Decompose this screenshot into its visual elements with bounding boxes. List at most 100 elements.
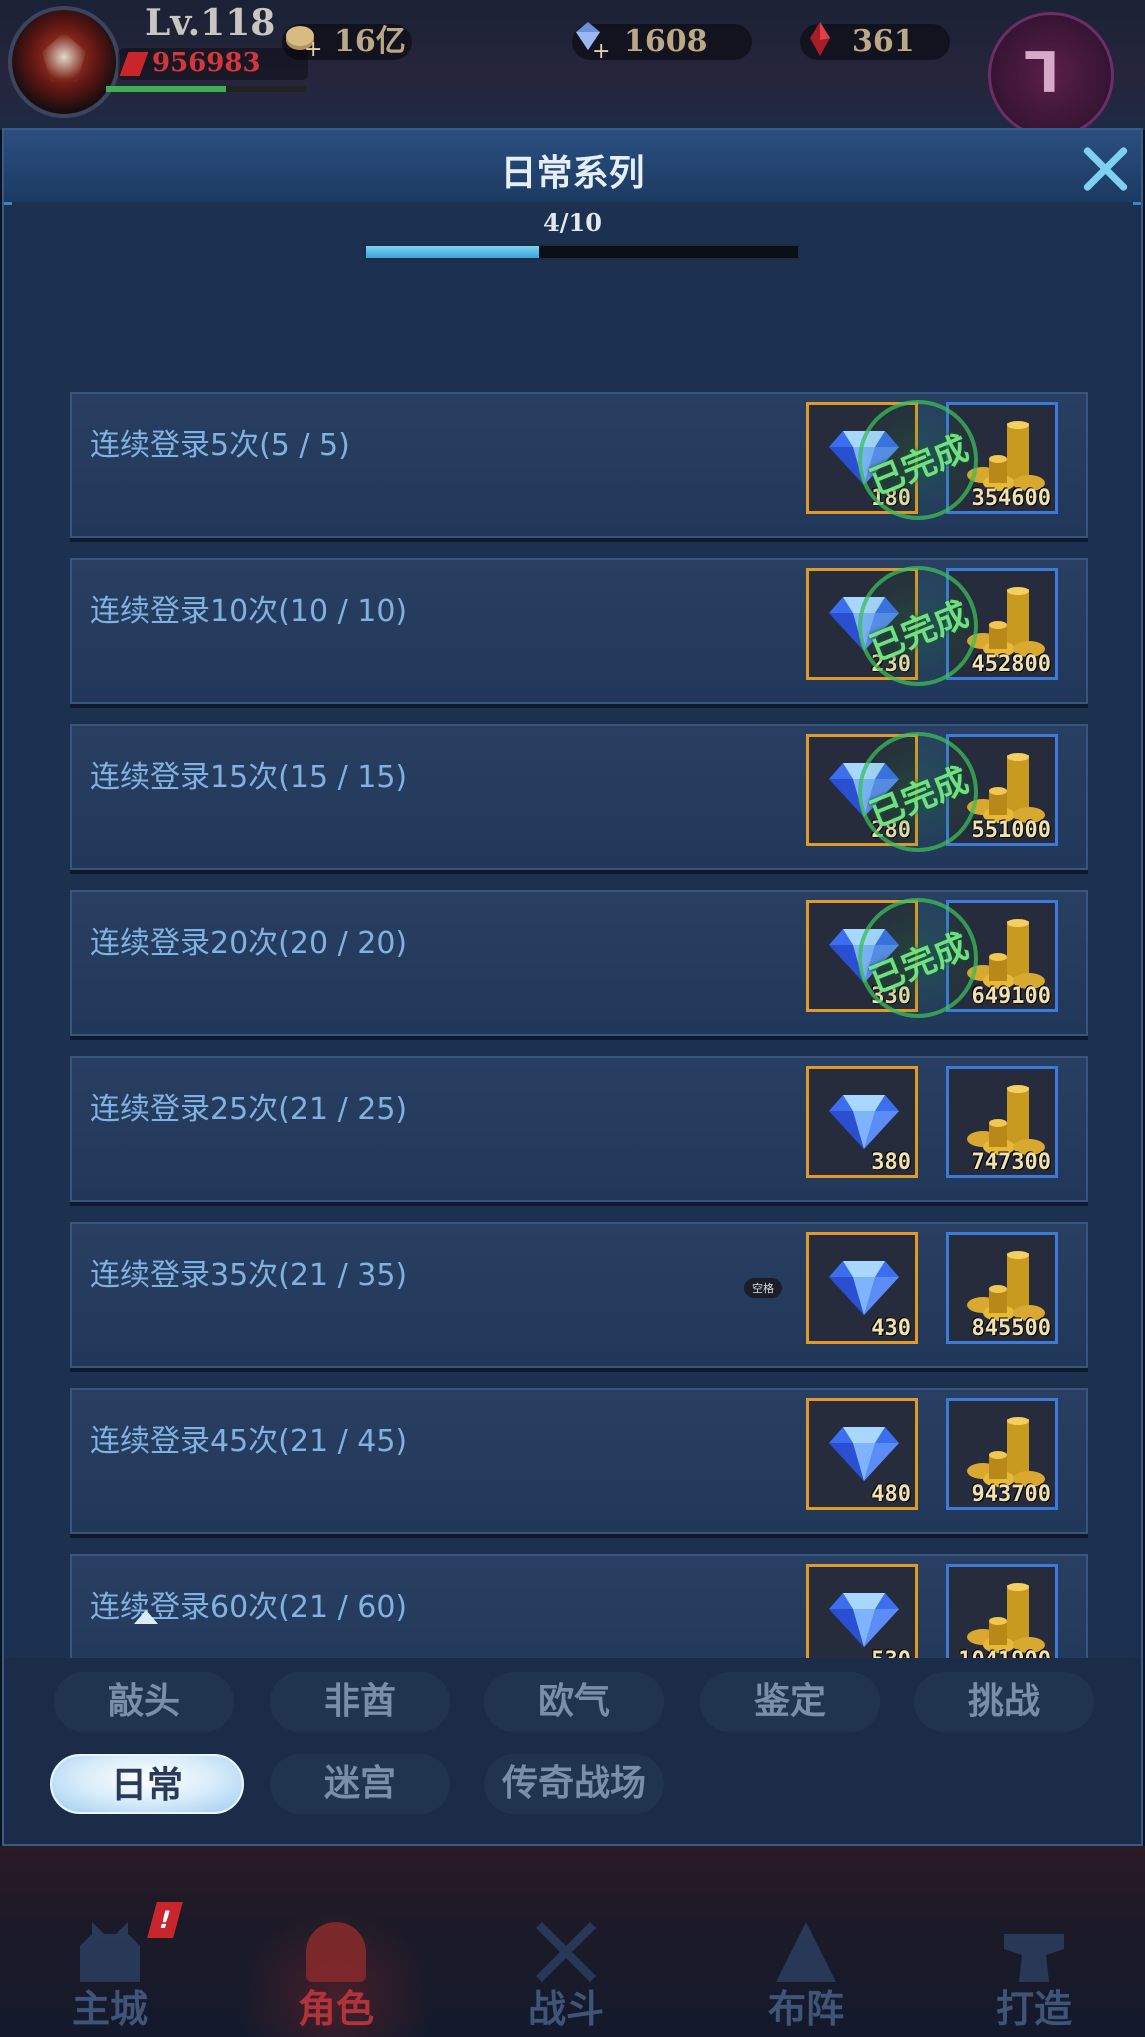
nav-label: 角色 bbox=[297, 1986, 374, 2031]
nav-main-city[interactable]: 主城 bbox=[10, 1908, 210, 2037]
player-avatar[interactable] bbox=[8, 6, 120, 118]
gold-reward-amount: 1041900 bbox=[958, 1648, 1051, 1658]
tab-legend-battlefield[interactable]: 传奇战场 bbox=[484, 1754, 664, 1814]
progress-text: 4/10 bbox=[543, 208, 602, 237]
experience-bar-fill bbox=[106, 86, 226, 92]
crossed-swords-icon bbox=[536, 1922, 596, 1982]
gem-reward[interactable]: 430 bbox=[806, 1232, 918, 1344]
gold-coins-icon bbox=[967, 1251, 1045, 1321]
nav-formation[interactable]: 布阵 bbox=[706, 1908, 906, 2037]
completed-stamp-text: 已完成 bbox=[864, 428, 975, 504]
tab-feiqiu[interactable]: 非酋 bbox=[270, 1672, 450, 1732]
gold-amount: 16亿 bbox=[334, 24, 406, 59]
gem-reward-amount: 380 bbox=[871, 1150, 911, 1175]
anvil-icon bbox=[1004, 1934, 1064, 1982]
category-tabs: 敲头 非酋 欧气 鉴定 挑战 日常 迷宫 传奇战场 bbox=[4, 1658, 1141, 1844]
gold-coin-plus-icon: + bbox=[286, 26, 322, 60]
top-status-bar: Lv.118 956983 + 16亿 + 1608 361 ⅂ bbox=[0, 0, 1145, 138]
gold-reward-amount: 452800 bbox=[971, 652, 1051, 677]
task-label: 连续登录15次(15 / 15) bbox=[90, 760, 408, 795]
task-list-area[interactable]: 连续登录5次(5 / 5)180354600已完成连续登录10次(10 / 10… bbox=[12, 202, 1133, 1658]
gem-reward[interactable]: 480 bbox=[806, 1398, 918, 1510]
player-level: Lv.118 bbox=[145, 2, 276, 44]
tab-migong[interactable]: 迷宫 bbox=[270, 1754, 450, 1814]
ruby-resource[interactable]: 361 bbox=[800, 22, 950, 60]
active-tab-caret bbox=[134, 1610, 158, 1624]
gold-resource[interactable]: + 16亿 bbox=[282, 24, 412, 60]
tab-qiaotou[interactable]: 敲头 bbox=[54, 1672, 234, 1732]
helmet-icon bbox=[306, 1922, 366, 1982]
task-label: 连续登录20次(20 / 20) bbox=[90, 926, 408, 961]
gold-reward[interactable]: 747300 bbox=[946, 1066, 1058, 1178]
castle-icon bbox=[80, 1922, 140, 1982]
nav-label: 战斗 bbox=[527, 1986, 604, 2031]
task-row[interactable]: 连续登录25次(21 / 25) 380 747300 bbox=[70, 1056, 1088, 1202]
svg-text:+: + bbox=[592, 39, 610, 60]
combat-power: 956983 bbox=[118, 48, 308, 80]
dialog-header: 日常系列 bbox=[4, 130, 1141, 205]
tab-richang[interactable]: 日常 bbox=[50, 1754, 244, 1814]
svg-text:+: + bbox=[304, 37, 322, 60]
diamond-plus-icon: + bbox=[576, 22, 610, 60]
red-crystal-icon bbox=[810, 22, 830, 56]
daily-series-dialog: 日常系列 连续登录5次(5 / 5)180354600已完成连续登录10次(10… bbox=[2, 128, 1143, 1846]
nav-label: 打造 bbox=[995, 1986, 1072, 2031]
ruby-amount: 361 bbox=[852, 24, 915, 59]
task-row[interactable]: 连续登录35次(21 / 35) 430 845500 bbox=[70, 1222, 1088, 1368]
task-row[interactable]: 连续登录5次(5 / 5)180354600已完成 bbox=[70, 392, 1088, 538]
task-row[interactable]: 连续登录20次(20 / 20)330649100已完成 bbox=[70, 890, 1088, 1036]
gold-reward-amount: 747300 bbox=[971, 1150, 1051, 1175]
formation-icon bbox=[776, 1922, 836, 1982]
completed-stamp-text: 已完成 bbox=[864, 594, 975, 670]
gold-reward-amount: 845500 bbox=[971, 1316, 1051, 1341]
completed-stamp-text: 已完成 bbox=[864, 926, 975, 1002]
scroll-quest-button[interactable]: ⅂ bbox=[988, 12, 1114, 138]
gold-coins-icon bbox=[967, 1583, 1045, 1653]
diamond-resource[interactable]: + 1608 bbox=[572, 22, 752, 60]
task-row[interactable]: 连续登录60次(21 / 60)5301041900 bbox=[70, 1554, 1088, 1658]
nav-battle[interactable]: 战斗 bbox=[466, 1908, 666, 2037]
nav-label: 主城 bbox=[71, 1986, 148, 2031]
close-icon[interactable] bbox=[1080, 144, 1130, 194]
progress-header: 4/10 bbox=[12, 202, 1133, 276]
gold-reward-amount: 649100 bbox=[971, 984, 1051, 1009]
completed-stamp: 已完成 bbox=[858, 400, 978, 520]
gem-reward-amount: 430 bbox=[871, 1316, 911, 1341]
gold-reward-amount: 551000 bbox=[971, 818, 1051, 843]
space-key-hint: 空格 bbox=[744, 1278, 782, 1298]
power-icon bbox=[119, 52, 149, 76]
dialog-title: 日常系列 bbox=[500, 152, 645, 194]
progress-bar bbox=[364, 244, 800, 260]
gold-reward-amount: 354600 bbox=[971, 486, 1051, 511]
completed-stamp: 已完成 bbox=[858, 732, 978, 852]
diamond-icon bbox=[829, 1593, 899, 1647]
task-row[interactable]: 连续登录15次(15 / 15)280551000已完成 bbox=[70, 724, 1088, 870]
gem-reward[interactable]: 380 bbox=[806, 1066, 918, 1178]
tab-jianding[interactable]: 鉴定 bbox=[700, 1672, 880, 1732]
task-label: 连续登录25次(21 / 25) bbox=[90, 1092, 408, 1127]
scroll-icon: ⅂ bbox=[1025, 41, 1057, 106]
gold-coins-icon bbox=[967, 1417, 1045, 1487]
task-row[interactable]: 连续登录10次(10 / 10)230452800已完成 bbox=[70, 558, 1088, 704]
gem-reward-amount: 480 bbox=[871, 1482, 911, 1507]
gem-reward[interactable]: 530 bbox=[806, 1564, 918, 1658]
task-label: 连续登录10次(10 / 10) bbox=[90, 594, 408, 629]
task-label: 连续登录45次(21 / 45) bbox=[90, 1424, 408, 1459]
nav-label: 布阵 bbox=[767, 1986, 844, 2031]
gold-reward[interactable]: 943700 bbox=[946, 1398, 1058, 1510]
task-row[interactable]: 连续登录45次(21 / 45) 480 943700 bbox=[70, 1388, 1088, 1534]
tab-tiaozhan[interactable]: 挑战 bbox=[914, 1672, 1094, 1732]
progress-bar-fill bbox=[366, 246, 539, 258]
diamond-icon bbox=[829, 1261, 899, 1315]
combat-power-value: 956983 bbox=[152, 48, 261, 78]
tab-ouqi[interactable]: 欧气 bbox=[484, 1672, 664, 1732]
nav-character[interactable]: 角色 bbox=[236, 1908, 436, 2037]
experience-bar bbox=[106, 86, 306, 92]
gold-reward[interactable]: 845500 bbox=[946, 1232, 1058, 1344]
diamond-icon bbox=[829, 1095, 899, 1149]
completed-stamp: 已完成 bbox=[858, 566, 978, 686]
gold-reward[interactable]: 1041900 bbox=[946, 1564, 1058, 1658]
nav-forge[interactable]: 打造 bbox=[934, 1908, 1134, 2037]
bottom-navigation: 主城 ! 角色 战斗 布阵 打造 bbox=[0, 1846, 1145, 2037]
diamond-icon bbox=[829, 1427, 899, 1481]
